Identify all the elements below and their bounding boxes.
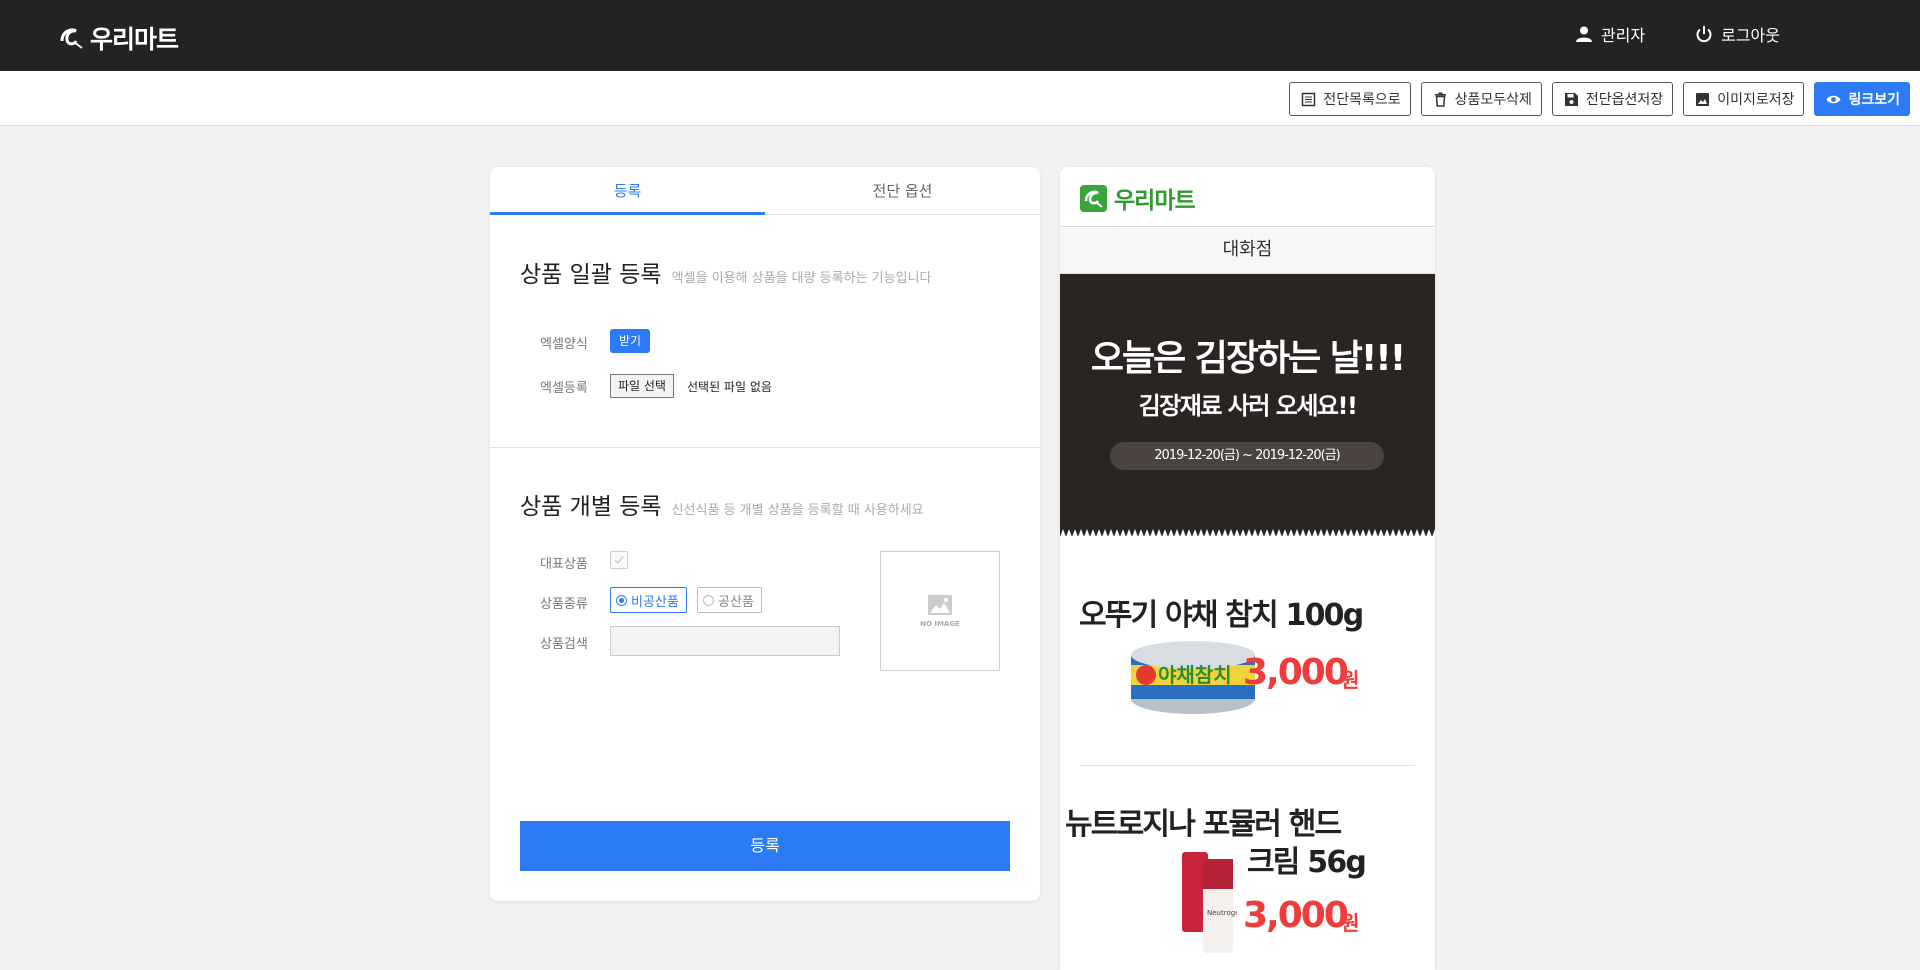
list-button[interactable]: 전단목록으로 [1289,82,1411,116]
tab-flyer-options[interactable]: 전단 옵션 [765,167,1040,215]
save-options-button[interactable]: 전단옵션저장 [1551,82,1674,116]
hand-cream-image: Neutrogena [1182,852,1237,953]
flyer-preview: 우리마트 대화점 오늘은 김장하는 날!!! 김장재료 사러 오세요!! 201… [1060,167,1435,970]
save-options-label: 전단옵션저장 [1585,92,1664,108]
svg-text:야채참치: 야채참치 [1158,663,1232,687]
logout-label: 로그아웃 [1721,26,1780,45]
radio-dot [703,594,714,606]
section-divider [490,447,1040,448]
view-link-button[interactable]: 링크보기 [1814,82,1910,116]
product-price-unit: 원 [1341,668,1360,692]
delete-all-label: 상품모두삭제 [1454,92,1532,108]
save-image-label: 이미지로저장 [1717,92,1795,108]
image-icon [928,595,952,615]
product-name-line-2: 크림 56g [1247,845,1367,880]
image-icon [1696,92,1710,106]
power-icon [1696,26,1712,43]
bulk-title: 상품 일괄 등록 [520,262,662,288]
flyer-banner: 오늘은 김장하는 날!!! 김장재료 사러 오세요!! 2019-12-20(금… [1060,274,1435,537]
product-card[interactable]: 야채참치 오뚜기 야채 참치 100g 3,000 원 [1060,537,1435,767]
product-card[interactable]: Neutrogena 뉴트로지나 포뮬러 핸드 크림 56g 3,000 원 [1060,767,1435,970]
product-price: 3,000 [1243,895,1349,936]
brand-logo[interactable]: 우리마트 [56,20,179,56]
admin-label: 관리자 [1600,26,1646,45]
preview-logo: 우리마트 [1080,181,1196,215]
banner-title: 오늘은 김장하는 날!!! [1090,338,1406,379]
type-option-label: 비공산품 [631,594,679,610]
type-option-industrial[interactable]: 공산품 [697,587,762,613]
type-option-label: 공산품 [718,594,754,610]
download-template-button[interactable]: 받기 [610,329,650,353]
tab-register[interactable]: 등록 [490,167,765,215]
featured-checkbox[interactable] [610,551,628,569]
excel-upload-label: 엑셀등록 [540,381,588,396]
brand-mark-icon [1080,184,1107,212]
noimage-text: NO IMAGE [920,620,960,628]
featured-label: 대표상품 [540,557,588,572]
store-name: 대화점 [1060,228,1435,274]
bulk-section-header: 상품 일괄 등록 엑셀을 이용해 상품을 대량 등록하는 기능입니다 [520,255,931,289]
preview-brand-name: 우리마트 [1114,188,1196,214]
save-image-button[interactable]: 이미지로저장 [1683,82,1805,116]
view-link-label: 링크보기 [1848,92,1900,108]
product-search-label: 상품검색 [540,637,588,652]
bulk-description: 엑셀을 이용해 상품을 대량 등록하는 기능입니다 [671,271,932,286]
single-title: 상품 개별 등록 [520,494,662,520]
radio-dot [616,594,627,606]
eye-icon [1826,95,1841,103]
delete-all-button[interactable]: 상품모두삭제 [1420,82,1542,116]
product-search-input[interactable] [610,626,840,656]
list-button-label: 전단목록으로 [1323,92,1401,108]
type-option-non-industrial[interactable]: 비공산품 [610,587,687,613]
preview-header: 우리마트 [1060,167,1435,227]
check-icon [614,556,624,565]
product-price: 3,000 [1243,652,1349,693]
trash-icon [1434,92,1446,107]
tuna-can-image: 야채참치 [1131,641,1255,714]
product-separator [1080,765,1415,766]
single-section-header: 상품 개별 등록 신선식품 등 개별 상품을 등록할 때 사용하세요 [520,487,924,521]
banner-zigzag-edge [1060,529,1435,537]
brand-mark-icon [60,28,83,49]
product-name: 오뚜기 야채 참치 100g [1079,598,1364,633]
banner-subtitle: 김장재료 사러 오세요!! [1138,392,1358,420]
brand-name: 우리마트 [90,25,179,54]
product-price-unit: 원 [1341,911,1360,935]
logout-link[interactable]: 로그아웃 [1695,22,1780,46]
submit-button[interactable]: 등록 [520,821,1010,871]
svg-text:Neutrogena: Neutrogena [1207,909,1237,917]
banner-dates: 2019-12-20(금) ~ 2019-12-20(금) [1110,442,1384,470]
panel-tabs: 등록 전단 옵션 [490,167,1040,215]
product-image-placeholder[interactable]: NO IMAGE [880,551,1000,671]
file-status-text: 선택된 파일 없음 [687,380,772,394]
admin-link[interactable]: 관리자 [1575,22,1645,46]
product-name-line-1: 뉴트로지나 포뮬러 핸드 [1065,807,1342,842]
registration-panel: 등록 전단 옵션 상품 일괄 등록 엑셀을 이용해 상품을 대량 등록하는 기능… [490,167,1040,901]
file-select-button[interactable]: 파일 선택 [610,374,674,398]
single-description: 신선식품 등 개별 상품을 등록할 때 사용하세요 [671,503,924,518]
user-icon [1575,26,1592,42]
action-toolbar: 전단목록으로 상품모두삭제 전단옵션저장 이미지로저장 링크보기 [0,71,1920,126]
top-bar: 우리마트 관리자 로그아웃 [0,0,1920,71]
list-icon [1302,92,1316,106]
floppy-icon [1564,92,1578,106]
excel-template-label: 엑셀양식 [540,337,588,352]
product-type-label: 상품종류 [540,597,588,612]
